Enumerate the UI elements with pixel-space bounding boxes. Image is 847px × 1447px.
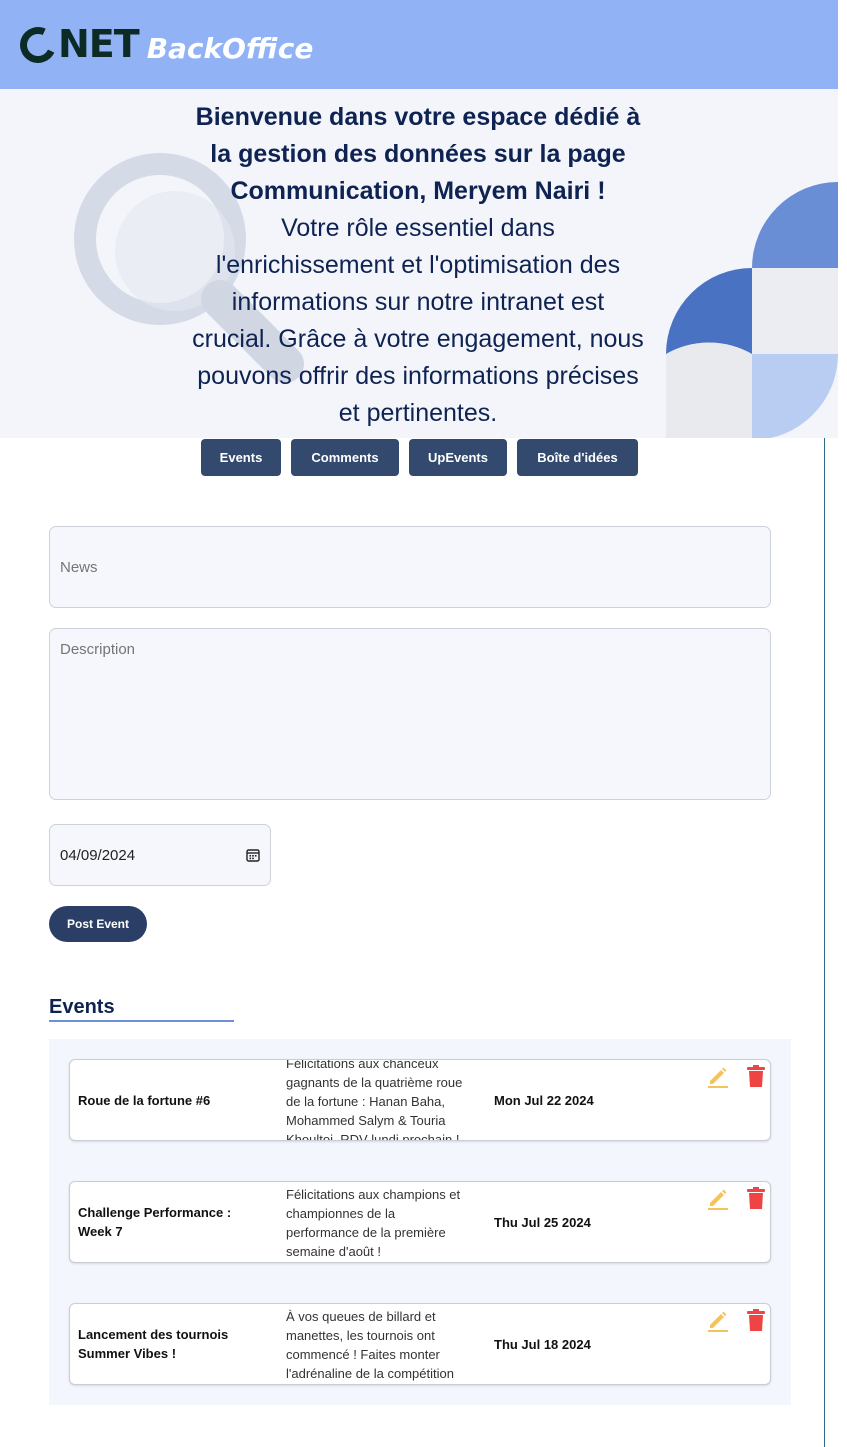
welcome-message: Bienvenue dans votre espace dédié à la g…: [168, 99, 668, 432]
post-event-button[interactable]: Post Event: [49, 906, 147, 942]
pencil-icon[interactable]: [706, 1064, 730, 1088]
welcome-title: Bienvenue dans votre espace dédié à la g…: [195, 103, 641, 205]
event-card: Challenge Performance : Week 7 Félicitat…: [69, 1181, 771, 1263]
event-title: Lancement des tournois Summer Vibes !: [78, 1327, 229, 1361]
logo-text: NET: [58, 22, 140, 66]
events-list: Roue de la fortune #6 Félicitations aux …: [49, 1039, 791, 1405]
trash-icon[interactable]: [746, 1186, 766, 1210]
logo-mark-icon: [14, 21, 62, 69]
logo-subtitle: BackOffice: [146, 31, 314, 65]
event-date: Thu Jul 25 2024: [494, 1214, 591, 1230]
section-tabs: Events Comments UpEvents Boîte d'idées: [0, 439, 838, 477]
tab-events[interactable]: Events: [201, 439, 281, 476]
section-underline: [49, 1020, 234, 1022]
tab-upevents[interactable]: UpEvents: [409, 439, 507, 476]
event-date: Thu Jul 18 2024: [494, 1336, 591, 1352]
event-card: Lancement des tournois Summer Vibes ! À …: [69, 1303, 771, 1385]
event-date: Mon Jul 22 2024: [494, 1092, 594, 1108]
events-section-title: Events: [49, 996, 115, 1018]
pencil-icon[interactable]: [706, 1186, 730, 1210]
event-description: Félicitations aux chanceux gagnants de l…: [286, 1059, 463, 1141]
event-description: À vos queues de billard et manettes, les…: [286, 1309, 454, 1381]
tab-comments[interactable]: Comments: [291, 439, 399, 476]
event-title: Challenge Performance : Week 7: [78, 1205, 232, 1239]
date-value: 04/09/2024: [60, 846, 136, 864]
onet-logo[interactable]: NET BackOffice: [14, 14, 314, 74]
pencil-icon[interactable]: [706, 1308, 730, 1332]
decorative-shapes: [666, 182, 838, 438]
event-description: Félicitations aux champions et championn…: [286, 1187, 461, 1259]
welcome-body: Votre rôle essentiel dans l'enrichisseme…: [192, 214, 644, 427]
calendar-icon[interactable]: [246, 848, 260, 862]
news-input[interactable]: [49, 526, 771, 608]
top-header: NET BackOffice: [0, 0, 838, 89]
trash-icon[interactable]: [746, 1308, 766, 1332]
date-input[interactable]: 04/09/2024: [49, 824, 271, 886]
tab-boite-idees[interactable]: Boîte d'idées: [517, 439, 638, 476]
trash-icon[interactable]: [746, 1064, 766, 1088]
event-title: Roue de la fortune #6: [78, 1092, 211, 1108]
welcome-hero: Bienvenue dans votre espace dédié à la g…: [0, 89, 838, 438]
description-textarea[interactable]: [49, 628, 771, 800]
event-card: Roue de la fortune #6 Félicitations aux …: [69, 1059, 771, 1141]
